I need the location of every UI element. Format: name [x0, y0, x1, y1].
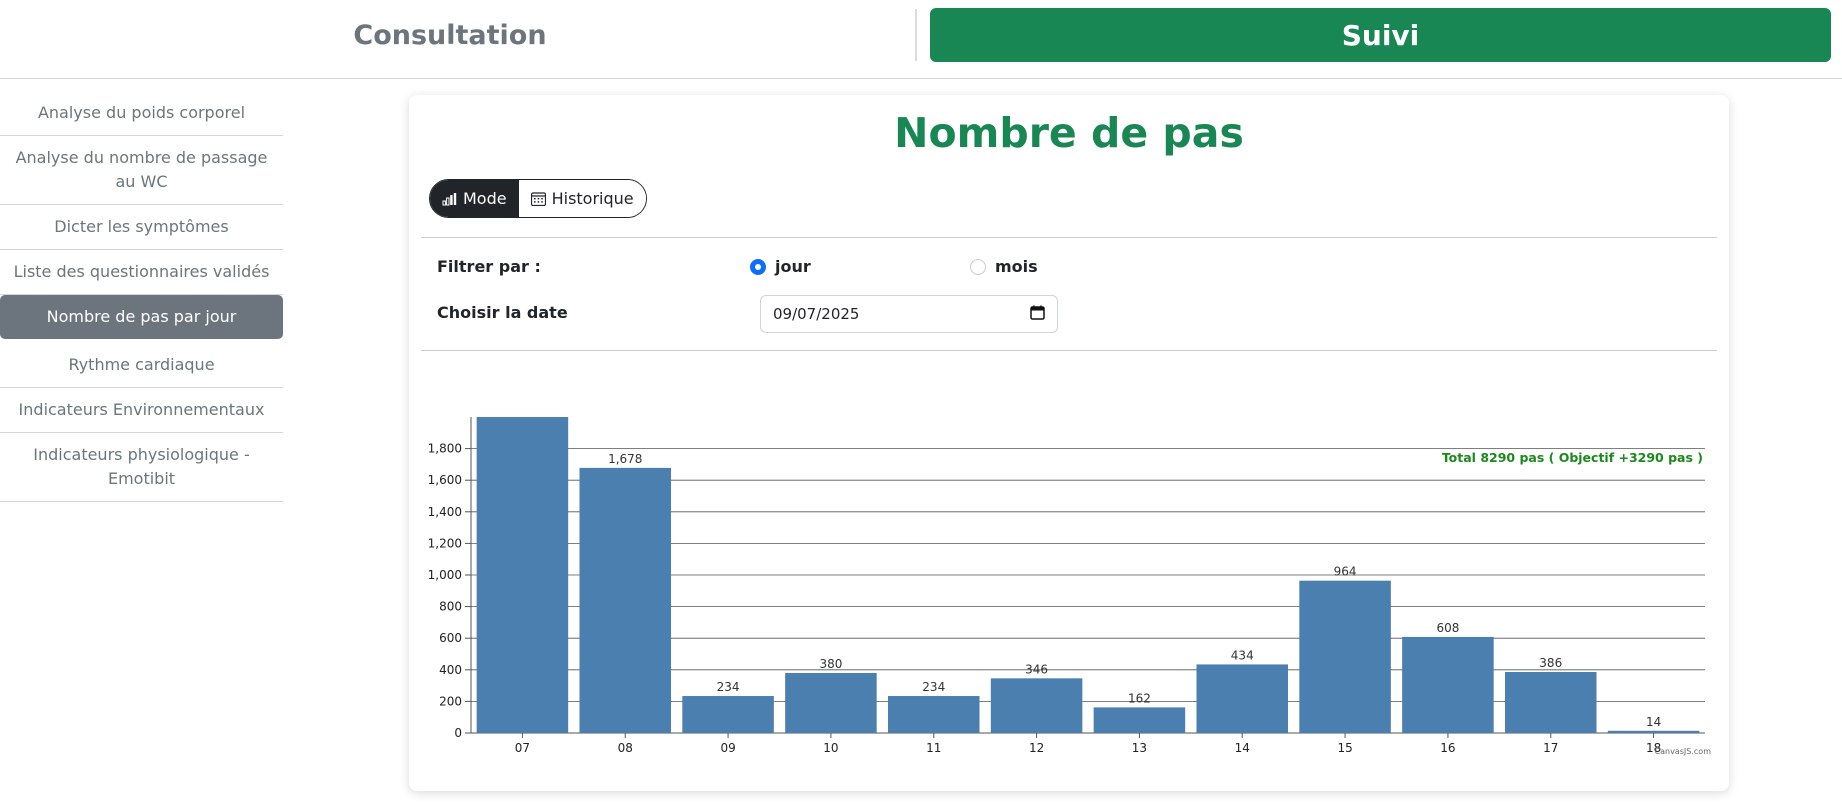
bar-15: [1299, 580, 1391, 733]
history-button[interactable]: Historique: [518, 180, 646, 217]
data-label: 1,678: [608, 452, 642, 466]
y-tick-label: 800: [439, 600, 462, 614]
x-tick-label: 12: [1029, 741, 1044, 755]
data-label: 14: [1646, 715, 1661, 729]
sidebar-item-environnement[interactable]: Indicateurs Environnementaux: [0, 388, 283, 433]
bar-12: [990, 678, 1083, 733]
divider: [421, 350, 1717, 351]
data-label: 608: [1436, 621, 1459, 635]
bar-16: [1402, 636, 1494, 733]
data-label: 380: [819, 657, 842, 671]
page-title: Nombre de pas: [894, 109, 1244, 157]
steps-chart: 0 200 400 600 800 1,000 1,200 1,400 1,600 1,800 07…: [409, 361, 1729, 781]
bar-10: [785, 672, 877, 733]
bar-11: [887, 696, 980, 733]
radio-mois[interactable]: mois: [970, 257, 1038, 276]
bar-chart: 0 200 400 600 800 1,000 1,200 1,400 1,600 1,800 07…: [428, 417, 1712, 756]
x-tick-label: 15: [1337, 741, 1352, 755]
x-tick-label: 07: [515, 741, 530, 755]
sidebar: Analyse du poids corporel Analyse du nom…: [0, 91, 283, 502]
date-label: Choisir la date: [437, 303, 568, 322]
x-tick-label: 11: [926, 741, 941, 755]
divider: [421, 237, 1717, 238]
bar-13: [1093, 707, 1186, 733]
tab-divider: [915, 9, 917, 61]
view-toggle: Mode Historique: [429, 179, 647, 218]
data-label: 234: [922, 680, 945, 694]
x-tick-label: 08: [618, 741, 633, 755]
y-tick-label: 1,200: [428, 536, 462, 550]
x-tick-label: 10: [823, 741, 838, 755]
x-tick-label: 17: [1543, 741, 1558, 755]
radio-mois-dot[interactable]: [970, 258, 986, 275]
y-tick-label: 1,000: [428, 568, 462, 582]
radio-jour-dot[interactable]: [750, 258, 766, 275]
y-tick-label: 600: [439, 631, 462, 645]
x-tick-label: 13: [1132, 741, 1147, 755]
tab-consultation[interactable]: Consultation: [0, 8, 900, 62]
total-annotation: Total 8290 pas ( Objectif +3290 pas ): [1442, 450, 1703, 465]
y-tick-label: 200: [439, 694, 462, 708]
steps-card: Nombre de pas Mode Historique Filtrer pa…: [409, 95, 1729, 791]
bar-08: [579, 467, 672, 733]
y-tick-label: 1,600: [428, 473, 462, 487]
date-input[interactable]: 09/07/2025: [760, 295, 1058, 333]
sidebar-item-questionnaires[interactable]: Liste des questionnaires validés: [0, 250, 283, 295]
data-label: 234: [717, 680, 740, 694]
radio-jour-label: jour: [775, 257, 811, 276]
chart-credit: CanvasJS.com: [1655, 747, 1712, 756]
mode-button[interactable]: Mode: [430, 180, 519, 217]
x-tick-label: 14: [1235, 741, 1250, 755]
bar-14: [1196, 664, 1289, 733]
top-navigation: Consultation Suivi: [0, 0, 1842, 79]
calendar-icon: [530, 191, 546, 206]
y-tick-label: 0: [454, 726, 462, 740]
bar-chart-icon: [442, 192, 457, 206]
calendar-icon[interactable]: [1030, 305, 1045, 324]
radio-jour[interactable]: jour: [750, 257, 811, 276]
x-tick-label: 09: [720, 741, 735, 755]
data-label: 346: [1025, 662, 1048, 676]
mode-label: Mode: [463, 189, 507, 208]
sidebar-item-rythme[interactable]: Rythme cardiaque: [0, 343, 283, 388]
data-label: 386: [1539, 656, 1562, 670]
y-tick-label: 1,800: [428, 442, 462, 456]
sidebar-item-poids[interactable]: Analyse du poids corporel: [0, 91, 283, 136]
y-tick-label: 1,400: [428, 505, 462, 519]
radio-mois-label: mois: [995, 257, 1038, 276]
data-label: 964: [1334, 565, 1357, 579]
tab-suivi[interactable]: Suivi: [930, 8, 1831, 62]
sidebar-item-wc[interactable]: Analyse du nombre de passage au WC: [0, 136, 283, 205]
data-label: 162: [1128, 691, 1151, 705]
history-label: Historique: [551, 189, 634, 208]
data-label: 434: [1231, 648, 1254, 662]
sidebar-item-pas[interactable]: Nombre de pas par jour: [0, 295, 283, 339]
sidebar-item-symptomes[interactable]: Dicter les symptômes: [0, 205, 283, 250]
sidebar-item-emotibit[interactable]: Indicateurs physiologique - Emotibit: [0, 433, 283, 502]
filter-label: Filtrer par :: [437, 257, 541, 276]
bar-17: [1504, 672, 1597, 733]
bar-09: [682, 696, 774, 733]
y-tick-label: 400: [439, 663, 462, 677]
bar-18: [1607, 730, 1700, 733]
x-tick-label: 16: [1440, 741, 1455, 755]
date-value: 09/07/2025: [773, 305, 860, 323]
bar-07: [476, 417, 569, 733]
